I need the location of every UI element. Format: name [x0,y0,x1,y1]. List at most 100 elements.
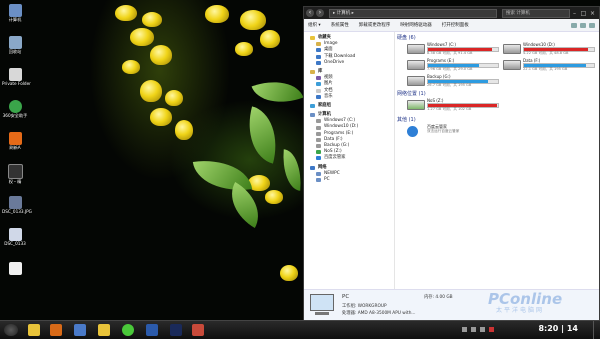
nav-item[interactable]: 百度云管家 [304,155,394,161]
group-header-other[interactable]: 其他 (1) [397,116,597,124]
drive-item[interactable]: Programs (E:) 7.96 GB 可用，共 29.0 GB [407,58,499,72]
desktop-icon-label: 权・精 [8,179,22,184]
taskbar-app-photoshop[interactable] [170,324,182,336]
flower-shape [235,42,253,56]
desktop-icon-label: 刷新A [9,145,21,150]
nav-item[interactable]: 家庭组 [304,103,394,109]
address-bar[interactable]: ▸ 计算机 ▸ [329,8,497,18]
maximize-button[interactable]: □ [579,10,588,17]
group-header-network-locations[interactable]: 网络位置 (1) [397,90,597,98]
leaf-shape [280,149,304,191]
drive-item[interactable]: Backup (G:) 26.7 GB 可用，共 195 GB [407,74,499,88]
preview-pane-icon[interactable] [580,22,586,28]
nav-item-icon [316,119,321,124]
app-orange-icon [8,132,22,145]
blank-file-icon [8,262,22,275]
network-icon[interactable] [471,327,476,332]
network-drive-item[interactable]: NoS (Z:) 1.27 GB 可用，共 102 GB [407,98,499,112]
drive-item[interactable]: Windows7 (C:) 8.38 GB 可用，共 91.4 GB [407,42,499,56]
help-icon[interactable] [589,22,595,28]
nav-item-icon [316,131,321,136]
desktop-icon-computer[interactable]: 计算机 [2,4,28,22]
image-file-icon [8,228,22,241]
nav-item[interactable]: PC [304,177,394,183]
system-tray [462,327,512,333]
nav-item-label: 家庭组 [318,102,331,108]
content-pane: 硬盘 (6) Windows7 (C:) 8.38 GB 可用，共 91.4 G… [397,32,597,294]
baidu-cloud-item[interactable]: 百度云管家 双击运行百度云管家 [407,124,499,138]
group-header-hard-drives[interactable]: 硬盘 (6) [397,34,597,42]
nav-item[interactable]: 音乐 [304,94,394,100]
drive-free-space: 8.38 GB 可用，共 91.4 GB [427,51,473,55]
volume-icon[interactable] [480,327,485,332]
taskbar-app-explorer[interactable] [28,324,40,336]
show-desktop-button[interactable] [593,321,600,339]
nav-item-icon [316,94,321,99]
tray-icon[interactable] [462,327,467,332]
organize-button[interactable]: 组织 ▾ [308,22,321,28]
network-drive-grid: NoS (Z:) 1.27 GB 可用，共 102 GB [397,98,597,114]
navigation-pane: 收藏夹 Image 桌面 下载 Download OneDrive 库视频 图片 文档 音乐 家庭… [304,32,395,294]
watermark-subtitle: 太平洋电脑网 [496,307,545,314]
minimize-button[interactable]: – [570,10,579,17]
clock[interactable]: 8:20 | 14 [538,324,578,333]
nav-item-label: PC [324,176,330,182]
hard-drive-icon [407,76,425,86]
nav-item-icon [310,103,315,108]
view-controls [571,22,595,28]
back-button[interactable]: ‹ [306,9,314,17]
computer-icon [310,294,334,315]
flower-shape [205,5,229,23]
desktop-icon-label: 回收站 [8,49,22,54]
hard-drive-icon [503,44,521,54]
drive-free-space: 1.27 GB 可用，共 102 GB [427,107,472,111]
nav-item-icon [310,36,315,41]
drive-free-space: 26.7 GB 可用，共 195 GB [427,83,472,87]
desktop-icon-blank[interactable] [2,262,28,275]
map-network-drive-button[interactable]: 映射网络驱动器 [400,22,432,28]
taskbar-app-word[interactable] [146,324,158,336]
drive-free-space: 7.96 GB 可用，共 29.0 GB [427,67,473,71]
nav-item-icon [316,178,321,183]
security-icon[interactable] [489,327,494,332]
taskbar-app-wechat[interactable] [122,324,134,336]
desktop-icon-refresh[interactable]: 刷新A [2,132,28,150]
desktop-icon-private-folder[interactable]: Private Folder [2,68,31,86]
taskbar-app-explorer-2[interactable] [98,324,110,336]
taskbar-app-docs[interactable] [74,324,86,336]
desktop-icon-label: 计算机 [8,17,22,22]
desktop-icon-image-file[interactable]: DSC_0133.JPG [2,196,32,214]
nav-item-icon [310,113,315,118]
nav-item[interactable]: OneDrive [304,60,394,66]
drive-item[interactable]: Windows10 (D:) 4.22 GB 可用，共 48.8 GB [503,42,595,56]
app-360-icon [8,100,22,113]
nav-item-icon [316,54,321,59]
drive-free-space: 4.22 GB 可用，共 48.8 GB [523,51,569,55]
recycle-bin-icon [8,36,22,49]
taskbar-app-game[interactable] [192,324,204,336]
start-button[interactable] [4,324,18,336]
flower-shape [240,10,266,30]
view-options-icon[interactable] [571,22,577,28]
folder-icon [8,68,22,81]
network-drive-icon [407,100,425,110]
flower-shape [265,190,283,204]
taskbar-app-media[interactable] [50,324,62,336]
desktop-icon-recycle-bin[interactable]: 回收站 [2,36,28,54]
desktop-icon-360[interactable]: 360安全助手 [2,100,28,118]
search-input[interactable]: 搜索 计算机 [502,8,570,18]
desktop-icon-label: DSC_0133.JPG [2,209,32,214]
forward-button[interactable]: › [316,9,324,17]
open-control-panel-button[interactable]: 打开控制面板 [442,22,469,28]
desktop-icon-app[interactable]: 权・精 [2,164,28,184]
drive-free-space: 22.1 GB 可用，共 195 GB [523,67,568,71]
system-properties-button[interactable]: 系统属性 [331,22,349,28]
cloud-description: 双击运行百度云管家 [427,129,460,133]
taskbar: 8:20 | 14 [0,320,600,339]
flower-shape [130,28,154,46]
drive-item[interactable]: Data (F:) 22.1 GB 可用，共 195 GB [503,58,595,72]
uninstall-program-button[interactable]: 卸载或更改程序 [359,22,391,28]
close-button[interactable]: × [588,10,597,17]
flower-shape [140,80,162,102]
desktop-icon-image-file-2[interactable]: DSC_0133 [2,228,28,246]
